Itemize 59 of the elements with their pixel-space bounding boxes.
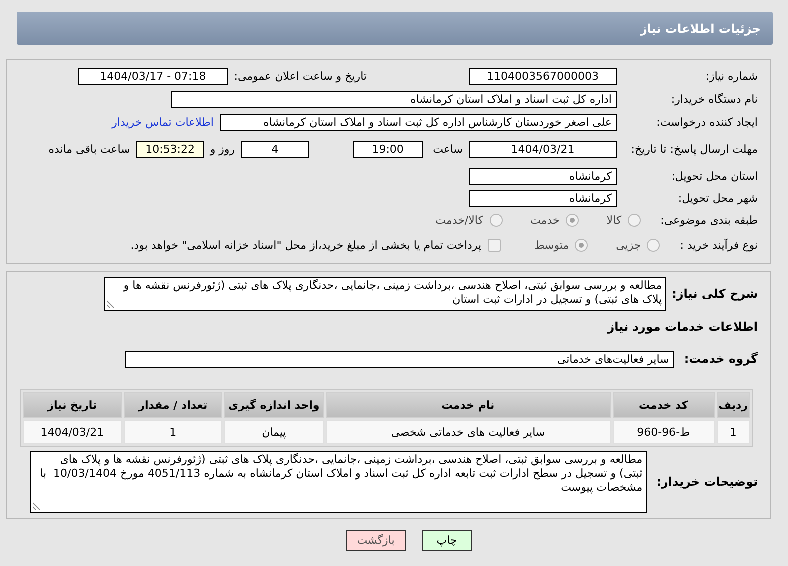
summary-field: مطالعه و بررسی سوابق ثبتی، اصلاح هندسی ،برداشت زمینی ،جانمایی ،حدنگاری پلاک های ثبتی (ژئورفرنس نقشه ها و پلاک های ثبتی) و تسجیل در ادارات ثبت استان [104, 277, 666, 311]
field-label: ساعت باقی مانده [48, 143, 130, 156]
field-label: گروه خدمت: [684, 352, 758, 366]
table-cell: پیمان [224, 420, 324, 444]
service-group-field: سایر فعالیت‌های خدماتی [125, 350, 674, 368]
page-title: جزئیات اطلاعات نیاز [17, 12, 773, 45]
city-field: کرمانشاه [469, 190, 617, 206]
field-label: شماره نیاز: [704, 70, 758, 83]
option-label: کالا/خدمت [436, 214, 484, 227]
section-heading: اطلاعات خدمات مورد نیاز [608, 320, 758, 334]
field-label: نام دستگاه خریدار: [670, 93, 758, 106]
option-label: کالا [606, 214, 622, 227]
need-number-field: 1104003567000003 [469, 68, 617, 85]
column-header: تاریخ نیاز [23, 392, 122, 418]
field-label: استان محل تحویل: [670, 170, 758, 183]
field-label: ساعت [433, 143, 463, 156]
column-header: کد خدمت [612, 392, 715, 418]
requester-field: علی اصغر خوردستان کارشناس اداره کل ثبت اسناد و املاک استان کرمانشاه [220, 114, 617, 131]
table-cell: سایر فعالیت های خدماتی شخصی [326, 420, 611, 444]
radio-button[interactable] [628, 214, 641, 227]
checkbox[interactable] [488, 239, 501, 252]
option-label: متوسط [534, 239, 570, 252]
contact-link[interactable]: اطلاعات تماس خریدار [112, 116, 214, 129]
option-label: خدمت [530, 214, 560, 227]
table-cell: 1404/03/21 [23, 420, 122, 444]
field-label: توضیحات خریدار: [656, 475, 758, 489]
buyer-org-field: اداره کل ثبت اسناد و املاک استان کرمانشاه [171, 91, 617, 108]
resize-grip-icon[interactable] [32, 502, 41, 510]
back-button[interactable]: بازگشت [346, 530, 406, 551]
column-header: واحد اندازه گیری [224, 392, 324, 418]
field-label: طبقه بندی موضوعی: [660, 214, 758, 227]
days-field: 4 [241, 141, 310, 158]
field-label: مهلت ارسال پاسخ: تا تاریخ: [630, 143, 758, 156]
field-label: روز و [210, 143, 236, 156]
field-label: نوع فرآیند خرید : [680, 239, 758, 252]
date-field: 1404/03/21 [469, 141, 617, 158]
radio-button[interactable] [575, 239, 588, 252]
print-button[interactable]: چاپ [422, 530, 472, 551]
time-field: 19:00 [353, 141, 424, 158]
table-cell: 1 [716, 420, 750, 444]
radio-button[interactable] [647, 239, 660, 252]
province-field: کرمانشاه [469, 168, 617, 185]
column-header: ردیف [716, 392, 750, 418]
field-label: شرح کلی نیاز: [672, 287, 758, 301]
payment-note: پرداخت تمام یا بخشی از مبلغ خرید،از محل "اسناد خزانه اسلامی" خواهد بود. [130, 239, 482, 252]
column-header: نام خدمت [326, 392, 611, 418]
option-label: جزیی [616, 239, 642, 252]
field-label: شهر محل تحویل: [677, 192, 758, 204]
table-cell: 1 [124, 420, 222, 444]
radio-button[interactable] [566, 214, 579, 227]
column-header: تعداد / مقدار [124, 392, 222, 418]
field-label: ایجاد کننده درخواست: [656, 116, 758, 129]
buyer-notes-field: مطالعه و بررسی سوابق ثبتی، اصلاح هندسی ،برداشت زمینی ،جانمایی ،حدنگاری پلاک های ثبتی (ژئورفرنس نقشه ها و پلاک های ثبتی) و تسجیل در سطح ادارات ثبت تابعه اداره کل ثبت اسناد و املاک استان کرمانشاه به شماره 4051/113 مورخ 10/03/1404 با مشخصات پیوست [30, 451, 647, 513]
radio-button[interactable] [490, 214, 502, 227]
announce-date-field: 1404/03/17 - 07:18 [78, 68, 228, 85]
remaining-time-field: 10:53:22 [136, 141, 204, 158]
field-label: تاریخ و ساعت اعلان عمومی: [234, 70, 367, 83]
resize-grip-icon[interactable] [107, 300, 116, 308]
table-cell: ط-96-960 [612, 420, 715, 444]
